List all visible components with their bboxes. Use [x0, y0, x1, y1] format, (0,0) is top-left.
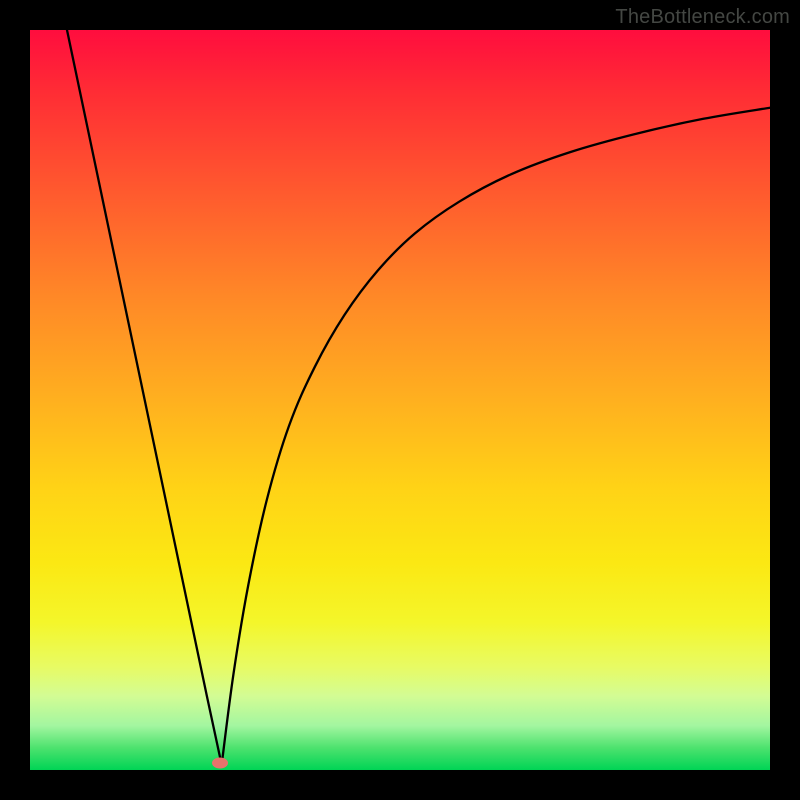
curve-left-branch	[67, 30, 222, 765]
curve-right-branch	[222, 108, 770, 765]
minimum-marker	[212, 758, 228, 769]
plot-area	[30, 30, 770, 770]
chart-frame: TheBottleneck.com	[0, 0, 800, 800]
chart-curves	[30, 30, 770, 770]
watermark-text: TheBottleneck.com	[615, 6, 790, 29]
